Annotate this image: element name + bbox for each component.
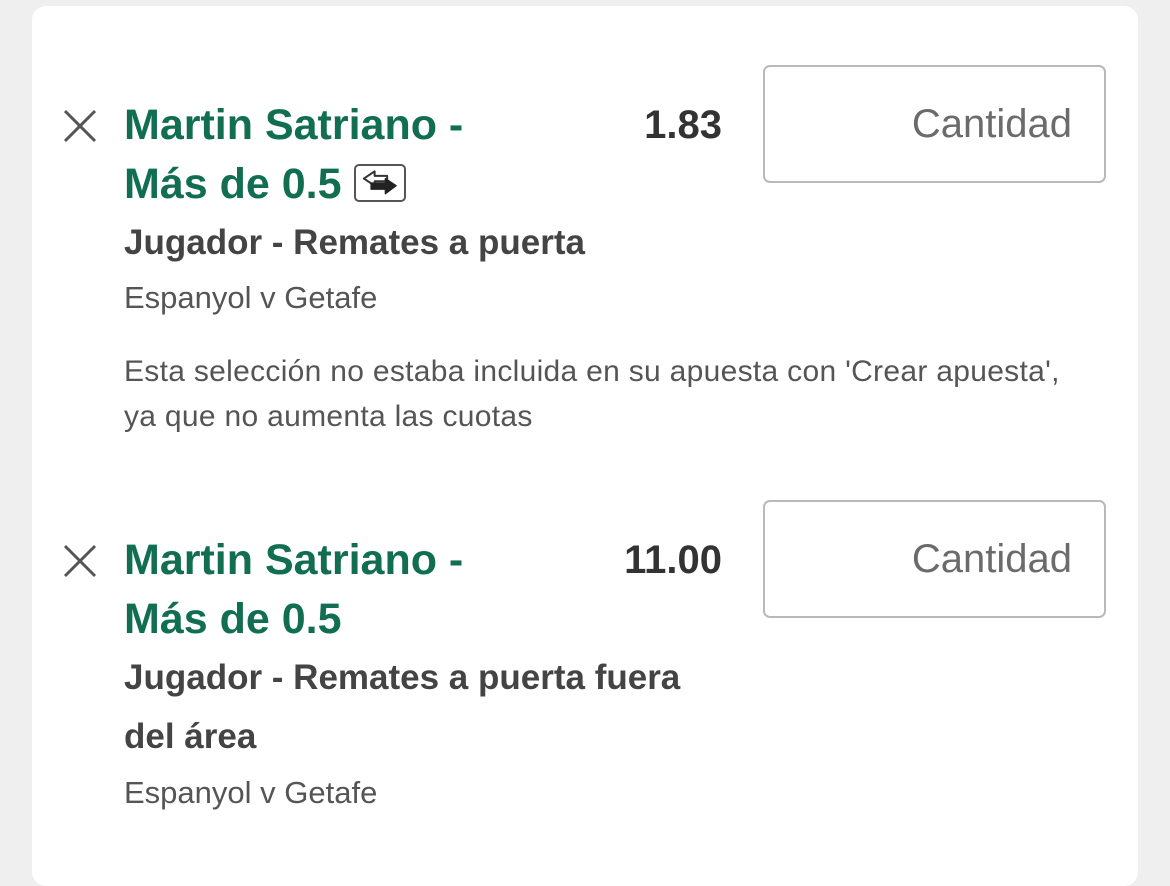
bet-slip-card: Martin Satriano - Más de 0.5 1.83 Jugado… <box>32 6 1138 886</box>
stake-input[interactable] <box>763 65 1106 183</box>
close-icon <box>63 109 97 143</box>
selection-title: Martin Satriano - Más de 0.5 <box>124 96 544 214</box>
selection-title-text: Martin Satriano - Más de 0.5 <box>124 101 464 208</box>
market-name: Jugador - Remates a puerta <box>124 223 585 262</box>
close-icon <box>63 544 97 578</box>
event-name: Espanyol v Getafe <box>124 775 378 810</box>
odds-value: 11.00 <box>624 538 722 582</box>
remove-selection-button[interactable] <box>62 543 98 579</box>
selection-title: Martin Satriano - Más de 0.5 <box>124 536 464 643</box>
remove-selection-button[interactable] <box>62 108 98 144</box>
event-name: Espanyol v Getafe <box>124 280 378 315</box>
selection-notice: Esta selección no estaba incluida en su … <box>124 355 1060 433</box>
stake-input[interactable] <box>763 500 1106 618</box>
market-name: Jugador - Remates a puerta fuera del áre… <box>124 658 681 756</box>
swap-arrows-icon <box>353 163 406 202</box>
odds-value: 1.83 <box>644 103 722 147</box>
